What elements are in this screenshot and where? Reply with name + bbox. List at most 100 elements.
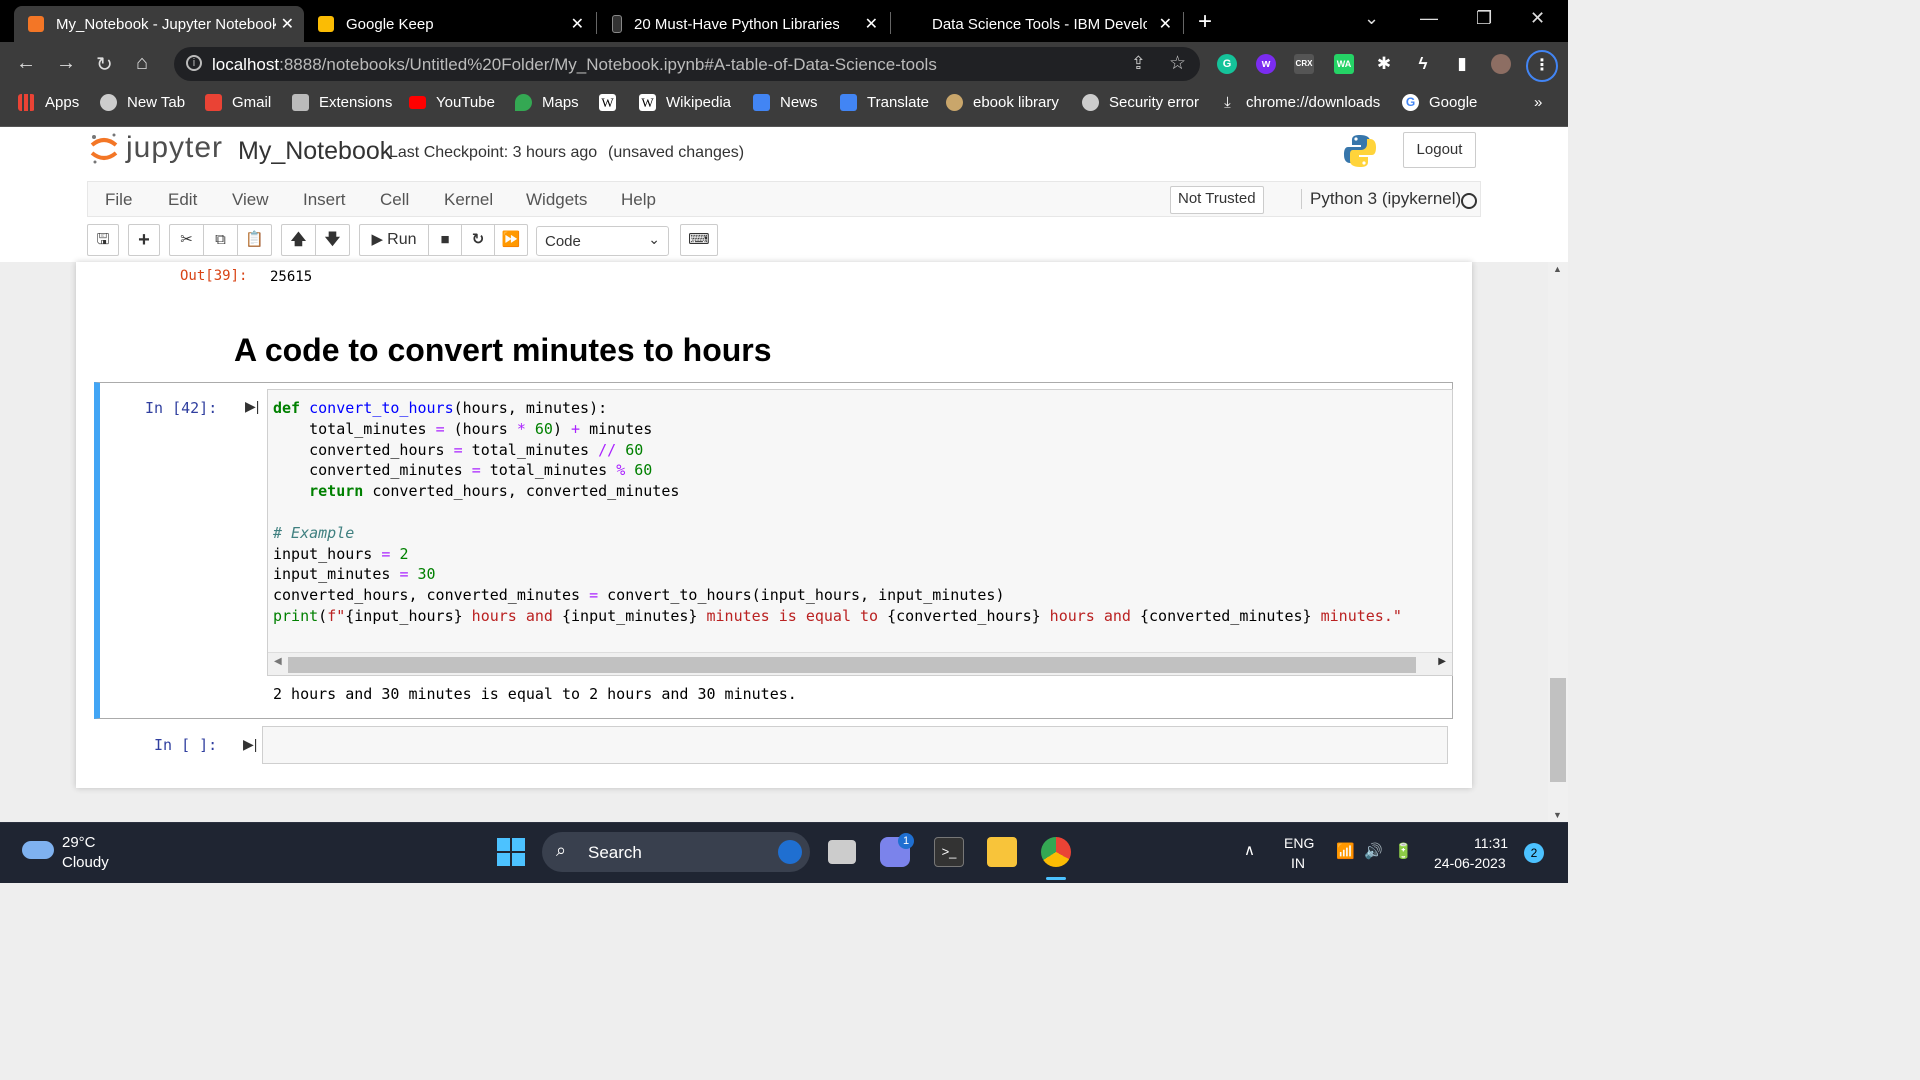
bookmark-wikipedia-icon-only[interactable]: W bbox=[599, 94, 616, 111]
horizontal-scrollbar[interactable]: ◀ ▶ bbox=[268, 652, 1452, 675]
run-button[interactable]: ▶ Run bbox=[359, 224, 429, 256]
whatsapp-extension-icon[interactable]: WA bbox=[1334, 54, 1354, 74]
bookmark-extensions[interactable]: Extensions bbox=[292, 94, 392, 111]
bookmark-new-tab[interactable]: New Tab bbox=[100, 94, 185, 111]
new-tab-plus-icon[interactable]: + bbox=[1198, 8, 1212, 36]
region-label[interactable]: IN bbox=[1291, 855, 1305, 871]
code-editor[interactable]: def convert_to_hours(hours, minutes): to… bbox=[267, 389, 1453, 676]
clock-date[interactable]: 24-06-2023 bbox=[1434, 855, 1506, 871]
back-arrow-icon[interactable]: ← bbox=[16, 52, 36, 75]
scroll-down-icon[interactable]: ▼ bbox=[1553, 810, 1562, 820]
bookmarks-overflow-icon[interactable]: » bbox=[1534, 94, 1542, 111]
scroll-up-icon[interactable]: ▲ bbox=[1553, 264, 1562, 274]
chrome-taskbar-icon[interactable] bbox=[1041, 837, 1071, 867]
task-view-icon[interactable] bbox=[828, 840, 856, 864]
insert-cell-plus-icon[interactable]: + bbox=[128, 224, 160, 256]
bookmark-downloads[interactable]: ⤓ chrome://downloads bbox=[1219, 94, 1380, 111]
omnibox-url-field[interactable]: i localhost:8888/notebooks/Untitled%20Fo… bbox=[174, 47, 1200, 81]
markdown-heading[interactable]: A code to convert minutes to hours bbox=[234, 332, 772, 369]
restart-run-all-icon[interactable]: ⏩ bbox=[494, 224, 528, 256]
menu-view[interactable]: View bbox=[232, 190, 269, 210]
restore-icon[interactable]: ❐ bbox=[1476, 8, 1492, 29]
crx-extension-icon[interactable]: CRX bbox=[1294, 54, 1314, 74]
reload-icon[interactable]: ↻ bbox=[96, 52, 113, 77]
forward-arrow-icon[interactable]: → bbox=[56, 52, 76, 75]
bookmark-apps[interactable]: Apps bbox=[18, 94, 79, 111]
bing-icon[interactable] bbox=[778, 840, 802, 864]
run-cell-icon[interactable]: ▶| bbox=[243, 736, 257, 753]
bookmark-news[interactable]: News bbox=[753, 94, 818, 111]
trust-status-button[interactable]: Not Trusted bbox=[1170, 186, 1264, 214]
menu-edit[interactable]: Edit bbox=[168, 190, 197, 210]
performance-icon[interactable]: ϟ bbox=[1413, 54, 1433, 74]
scroll-left-icon[interactable]: ◀ bbox=[274, 656, 282, 667]
move-down-arrow-icon[interactable]: 🡇 bbox=[315, 224, 350, 256]
share-icon[interactable]: ⇪ bbox=[1131, 53, 1146, 74]
close-tab-icon[interactable]: ✕ bbox=[1159, 14, 1172, 34]
cut-scissors-icon[interactable]: ✂ bbox=[169, 224, 204, 256]
weather-cloud-icon[interactable] bbox=[22, 841, 54, 859]
menu-cell[interactable]: Cell bbox=[380, 190, 409, 210]
tab-ibm-developer[interactable]: Data Science Tools - IBM Developer ✕ bbox=[892, 6, 1182, 42]
extensions-puzzle-icon[interactable]: ✱ bbox=[1374, 54, 1394, 74]
menu-kernel[interactable]: Kernel bbox=[444, 190, 493, 210]
start-windows-icon[interactable] bbox=[497, 838, 525, 866]
taskbar-search-box[interactable]: ⌕ Search bbox=[542, 832, 810, 872]
menu-file[interactable]: File bbox=[105, 190, 132, 210]
paste-icon[interactable]: 📋 bbox=[237, 224, 272, 256]
copy-icon[interactable]: ⧉ bbox=[203, 224, 238, 256]
notification-count-badge[interactable]: 2 bbox=[1524, 843, 1544, 863]
grammarly-extension-icon[interactable]: G bbox=[1217, 54, 1237, 74]
battery-icon[interactable]: 🔋 bbox=[1394, 842, 1413, 860]
restart-kernel-icon[interactable]: ↻ bbox=[461, 224, 495, 256]
empty-code-editor[interactable] bbox=[262, 726, 1448, 764]
tab-python-libraries[interactable]: 20 Must-Have Python Libraries for ✕ bbox=[598, 6, 888, 42]
jupyter-logo[interactable]: jupyter bbox=[90, 131, 223, 165]
close-window-icon[interactable]: ✕ bbox=[1530, 8, 1545, 29]
show-hidden-icons-chevron-icon[interactable]: ∧ bbox=[1244, 841, 1255, 859]
bookmark-google[interactable]: G Google bbox=[1402, 94, 1477, 111]
profile-avatar-icon[interactable] bbox=[1491, 54, 1511, 74]
clock-time[interactable]: 11:31 bbox=[1474, 835, 1508, 851]
weather-condition[interactable]: Cloudy bbox=[62, 854, 109, 871]
bookmark-youtube[interactable]: YouTube bbox=[409, 94, 495, 111]
home-icon[interactable]: ⌂ bbox=[136, 52, 148, 75]
save-icon[interactable]: 🖫 bbox=[87, 224, 119, 256]
menu-widgets[interactable]: Widgets bbox=[526, 190, 587, 210]
bookmark-star-icon[interactable]: ☆ bbox=[1169, 52, 1186, 75]
scroll-right-icon[interactable]: ▶ bbox=[1438, 656, 1446, 667]
bookmark-wikipedia[interactable]: W Wikipedia bbox=[639, 94, 731, 111]
minimize-icon[interactable]: — bbox=[1420, 8, 1438, 29]
weather-temperature[interactable]: 29°C bbox=[62, 834, 96, 851]
notebook-name[interactable]: My_Notebook bbox=[238, 137, 392, 166]
close-tab-icon[interactable]: ✕ bbox=[281, 14, 294, 34]
volume-icon[interactable]: 🔊 bbox=[1364, 842, 1383, 860]
close-tab-icon[interactable]: ✕ bbox=[865, 14, 878, 34]
interrupt-stop-icon[interactable]: ■ bbox=[428, 224, 462, 256]
move-up-arrow-icon[interactable]: 🡅 bbox=[281, 224, 316, 256]
terminal-icon[interactable]: >_ bbox=[934, 837, 964, 867]
menu-help[interactable]: Help bbox=[621, 190, 656, 210]
file-explorer-icon[interactable] bbox=[987, 837, 1017, 867]
bookmark-translate[interactable]: Translate bbox=[840, 94, 929, 111]
horizontal-scroll-thumb[interactable] bbox=[288, 657, 1416, 673]
bookmark-security-error[interactable]: Security error bbox=[1082, 94, 1199, 111]
site-info-icon[interactable]: i bbox=[186, 55, 202, 71]
vertical-scroll-thumb[interactable] bbox=[1550, 678, 1566, 782]
run-cell-icon[interactable]: ▶| bbox=[245, 398, 259, 415]
bookmark-ebook-library[interactable]: ebook library bbox=[946, 94, 1059, 111]
tab-search-chevron-icon[interactable]: ⌄ bbox=[1364, 8, 1379, 29]
cell-type-select[interactable]: Code ⌄ bbox=[536, 226, 669, 256]
tab-google-keep[interactable]: Google Keep ✕ bbox=[304, 6, 594, 42]
close-tab-icon[interactable]: ✕ bbox=[571, 14, 584, 34]
kernel-name[interactable]: Python 3 (ipykernel) bbox=[1301, 189, 1461, 209]
menu-insert[interactable]: Insert bbox=[303, 190, 346, 210]
bookmark-gmail[interactable]: Gmail bbox=[205, 94, 271, 111]
side-panel-icon[interactable]: ▮ bbox=[1452, 54, 1472, 74]
chrome-menu-icon[interactable]: ⋮ bbox=[1526, 50, 1558, 82]
logout-button[interactable]: Logout bbox=[1403, 132, 1476, 168]
wifi-icon[interactable]: 📶 bbox=[1336, 842, 1355, 860]
tab-jupyter-notebook[interactable]: My_Notebook - Jupyter Notebook ✕ bbox=[14, 6, 304, 42]
language-label[interactable]: ENG bbox=[1284, 835, 1314, 851]
page-vertical-scrollbar[interactable]: ▲ ▼ bbox=[1548, 262, 1568, 822]
